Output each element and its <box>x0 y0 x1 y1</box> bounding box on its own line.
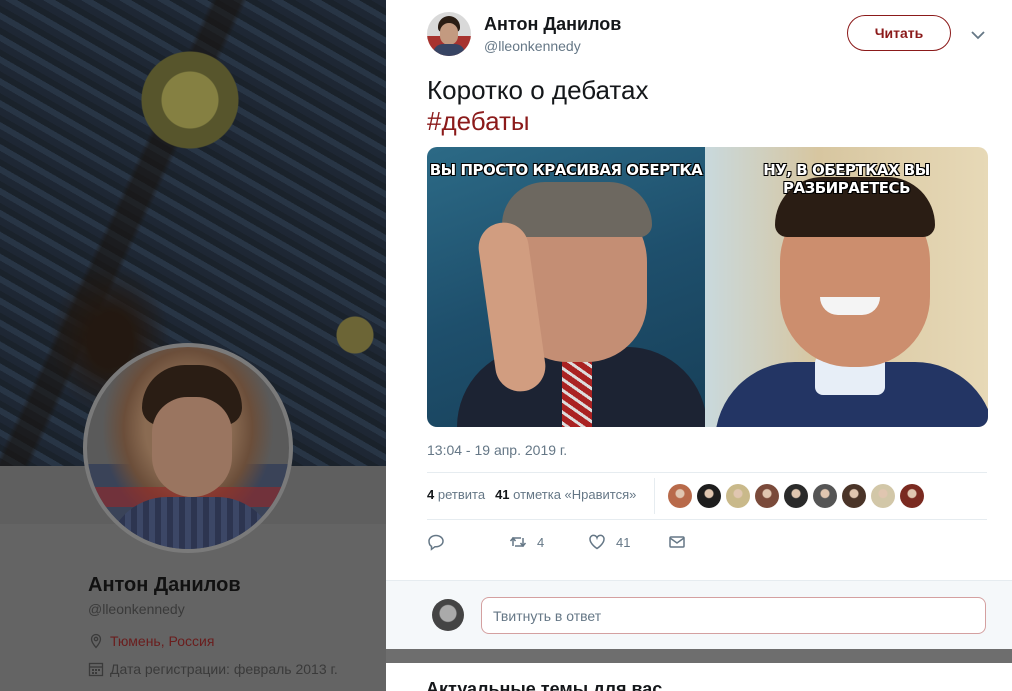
liker-avatar[interactable] <box>900 484 924 508</box>
location-pin-icon <box>90 633 102 649</box>
retweets-count: 4 <box>427 487 435 502</box>
retweets-label: ретвита <box>437 487 486 502</box>
like-count: 41 <box>616 534 631 550</box>
likes-stat[interactable]: 41 отметка «Нравится» <box>495 487 636 502</box>
likes-label: отметка «Нравится» <box>513 487 637 502</box>
follow-button[interactable]: Читать <box>847 15 951 51</box>
retweet-icon <box>509 536 527 548</box>
profile-joined-text: Дата регистрации: февраль 2013 г. <box>110 661 338 677</box>
profile-joined: Дата регистрации: февраль 2013 г. <box>88 661 338 677</box>
profile-name[interactable]: Антон Данилов <box>88 574 241 597</box>
chevron-down-icon[interactable] <box>969 26 987 44</box>
meme-left-panel: ВЫ ПРОСТО КРАСИВАЯ ОБЕРТКА <box>427 147 705 427</box>
retweet-button[interactable]: 4 <box>509 533 544 551</box>
author-avatar[interactable] <box>427 12 471 56</box>
trends-card: Актуальные темы для вас <box>386 663 1012 691</box>
liker-avatar[interactable] <box>813 484 837 508</box>
liker-avatar[interactable] <box>871 484 895 508</box>
tweet-text: Коротко о дебатах #дебаты <box>427 75 649 137</box>
reply-icon <box>428 534 444 551</box>
liker-avatar[interactable] <box>668 484 692 508</box>
author-name[interactable]: Антон Данилов <box>484 14 621 35</box>
envelope-icon <box>669 536 685 548</box>
direct-message-button[interactable] <box>668 533 686 551</box>
author-handle[interactable]: @lleonkennedy <box>484 38 581 54</box>
tweet-timestamp[interactable]: 13:04 - 19 апр. 2019 г. <box>427 442 567 458</box>
stats-separator <box>654 478 655 514</box>
profile-handle[interactable]: @lleonkennedy <box>88 601 185 617</box>
tweet-stats: 4 ретвита 41 отметка «Нравится» <box>427 487 636 502</box>
divider <box>427 519 987 520</box>
meme-caption-right: НУ, В ОБЕРТКАХ ВЫ РАЗБИРАЕТЕСЬ <box>763 161 930 197</box>
liker-avatar[interactable] <box>842 484 866 508</box>
liker-avatar[interactable] <box>697 484 721 508</box>
reply-input[interactable]: Твитнуть в ответ <box>481 597 986 634</box>
tweet-body: Коротко о дебатах <box>427 75 649 105</box>
calendar-icon <box>88 662 104 677</box>
hashtag-link[interactable]: #дебаты <box>427 106 649 137</box>
retweets-stat[interactable]: 4 ретвита <box>427 487 485 502</box>
meme-right-panel: НУ, В ОБЕРТКАХ ВЫ РАЗБИРАЕТЕСЬ <box>705 147 988 427</box>
profile-location: Тюмень, Россия <box>88 633 214 649</box>
reply-button[interactable] <box>427 533 445 551</box>
meme-caption-left: ВЫ ПРОСТО КРАСИВАЯ ОБЕРТКА <box>429 161 703 179</box>
profile-avatar[interactable] <box>83 343 293 553</box>
liker-avatar[interactable] <box>726 484 750 508</box>
likes-count: 41 <box>495 487 510 502</box>
trends-title: Актуальные темы для вас <box>426 679 663 691</box>
tweet-image[interactable]: ВЫ ПРОСТО КРАСИВАЯ ОБЕРТКА НУ, В ОБЕРТКА… <box>427 147 988 427</box>
divider <box>427 472 987 473</box>
liker-avatar[interactable] <box>784 484 808 508</box>
like-button[interactable]: 41 <box>588 533 630 551</box>
profile-location-text[interactable]: Тюмень, Россия <box>110 633 214 649</box>
current-user-avatar[interactable] <box>432 599 464 631</box>
likers-avatars <box>668 484 924 508</box>
heart-icon <box>589 534 605 550</box>
liker-avatar[interactable] <box>755 484 779 508</box>
retweet-count: 4 <box>537 534 545 550</box>
